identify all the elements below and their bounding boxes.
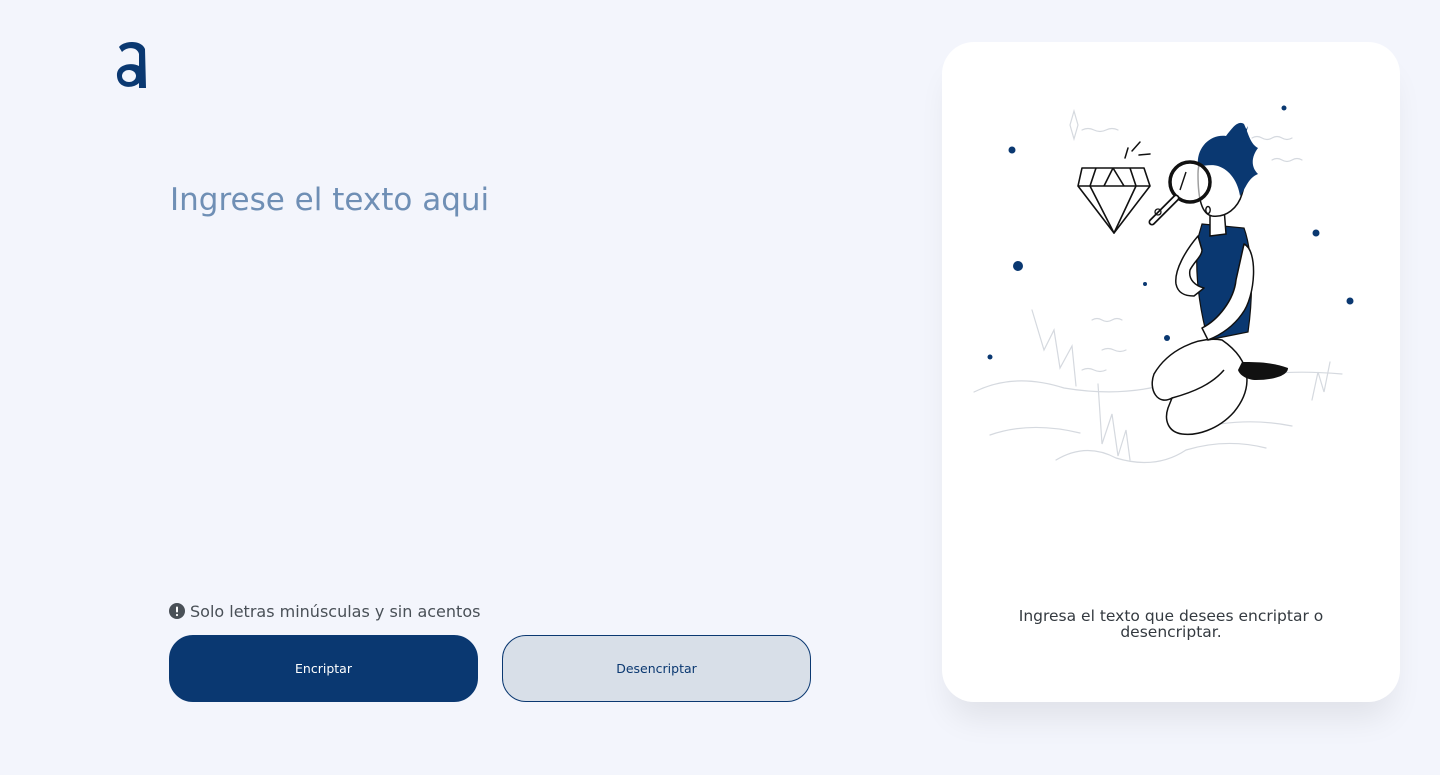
output-panel: Ingresa el texto que desees encriptar o … xyxy=(942,42,1400,702)
decrypt-button-label: Desencriptar xyxy=(616,661,697,676)
text-input[interactable] xyxy=(170,180,830,560)
logo-icon xyxy=(114,38,150,90)
decrypt-button[interactable]: Desencriptar xyxy=(502,635,811,702)
search-illustration xyxy=(972,100,1372,520)
exclamation-circle-icon xyxy=(169,603,185,619)
hint-text: Solo letras minúsculas y sin acentos xyxy=(190,601,481,621)
empty-output-message: Ingresa el texto que desees encriptar o … xyxy=(1018,607,1324,641)
encrypt-button-label: Encriptar xyxy=(295,661,352,676)
encrypt-button[interactable]: Encriptar xyxy=(169,635,478,702)
input-hint: Solo letras minúsculas y sin acentos xyxy=(169,600,480,622)
